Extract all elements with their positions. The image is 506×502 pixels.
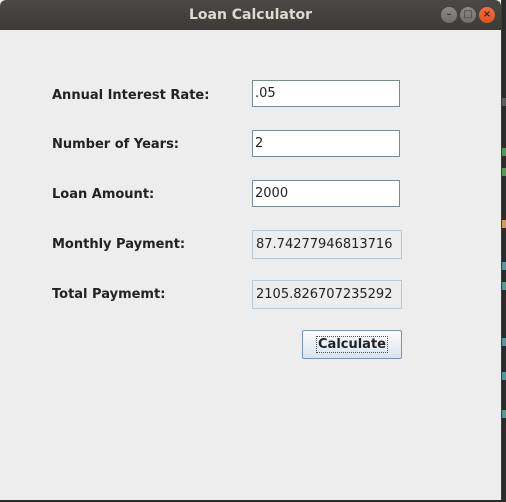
editor-gutter-mark (502, 338, 506, 346)
loan-amount-label: Loan Amount: (52, 187, 155, 202)
years-label: Number of Years: (52, 137, 180, 152)
monthly-payment-field (252, 230, 402, 259)
monthly-payment-label: Monthly Payment: (52, 237, 186, 252)
loan-calculator-window: Loan Calculator – □ × Annual Interest Ra… (0, 0, 502, 500)
total-payment-label: Total Paymemt: (52, 287, 166, 302)
interest-rate-label: Annual Interest Rate: (52, 88, 210, 103)
minimize-button[interactable]: – (441, 7, 457, 23)
years-input[interactable] (252, 130, 400, 157)
loan-amount-input[interactable] (252, 180, 400, 207)
editor-gutter-mark (502, 282, 506, 290)
interest-rate-input[interactable] (252, 80, 400, 107)
total-payment-field (252, 280, 402, 309)
editor-gutter-mark (502, 410, 506, 418)
title-bar[interactable]: Loan Calculator – □ × (0, 0, 501, 30)
editor-gutter-mark (502, 98, 506, 106)
editor-gutter-mark (502, 148, 506, 156)
maximize-button[interactable]: □ (460, 7, 476, 23)
editor-gutter-mark (502, 262, 506, 270)
editor-gutter-mark (502, 220, 506, 228)
calculate-button-label: Calculate (316, 336, 388, 353)
close-button[interactable]: × (479, 7, 495, 23)
window-title: Loan Calculator (188, 7, 313, 23)
calculate-button[interactable]: Calculate (302, 330, 402, 359)
editor-gutter-mark (502, 168, 506, 176)
editor-gutter-mark (502, 372, 506, 380)
